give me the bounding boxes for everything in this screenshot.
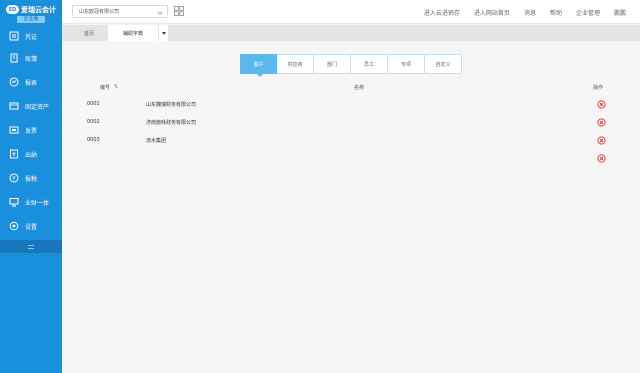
sidebar-item-label: 出纳 [25, 151, 38, 159]
sidebar-item-label: 业财一体 [25, 199, 50, 207]
tax-icon: ¥ [9, 173, 19, 183]
sidebar-item-label: 设置 [25, 223, 38, 231]
grip-icon [28, 244, 34, 249]
sidebar-item-tax[interactable]: ¥ 报税 [0, 166, 62, 190]
table-row[interactable]: 0002 济南施咏财务有限公司 [62, 114, 640, 132]
sidebar-item-settings[interactable]: 设置 [0, 214, 62, 238]
voucher-icon [9, 31, 19, 41]
tab-custom[interactable]: 自定义 [425, 54, 462, 74]
cashier-icon [9, 149, 19, 159]
settings-icon [9, 221, 19, 231]
page-tab-bar: 首页 辅助字典 [62, 25, 640, 41]
ledger-icon [9, 53, 19, 63]
delete-icon[interactable] [597, 154, 606, 163]
link-website-home[interactable]: 进入网站首页 [474, 8, 510, 17]
caret-down-icon [161, 31, 166, 35]
table-row[interactable]: 0001 山东魏瑞财务有限公司 [62, 96, 640, 114]
tab-dropdown-button[interactable] [158, 25, 168, 41]
top-links: 进入云进销存 进入网站首页 消息 帮助 企业管理 鹏鹏 [410, 0, 626, 24]
sidebar-item-label: 发票 [25, 127, 38, 135]
cell-name: 流水集团 [146, 138, 167, 144]
cell-code: 0002 [87, 119, 100, 125]
brand-mark-icon: ED [6, 5, 19, 14]
sidebar: ED 爱瑞云会计 企业版 凭证 账簿 报表 固定资产 发票 出纳 ¥ 报税 业财… [0, 0, 62, 373]
delete-icon[interactable] [597, 136, 606, 145]
cell-code: 0003 [87, 137, 100, 143]
category-tabs: 客户 供应商 部门 员工 专项 自定义 [240, 54, 462, 77]
link-help[interactable]: 帮助 [550, 8, 562, 17]
sidebar-item-label: 报税 [25, 175, 38, 183]
column-header-name: 名称 [354, 85, 365, 91]
brand-logo: ED 爱瑞云会计 企业版 [0, 0, 62, 26]
sidebar-item-invoice[interactable]: 发票 [0, 118, 62, 142]
tab-home[interactable]: 首页 [70, 25, 108, 41]
tab-supplier[interactable]: 供应商 [277, 54, 314, 74]
sidebar-item-label: 账簿 [25, 55, 38, 63]
column-header-action: 操作 [593, 85, 604, 91]
user-name[interactable]: 鹏鹏 [614, 8, 626, 17]
sidebar-item-fixed-asset[interactable]: 固定资产 [0, 94, 62, 118]
fixed-asset-icon [9, 101, 19, 111]
sidebar-item-label: 报表 [25, 79, 38, 87]
company-select[interactable]: 山东欧冠有限公司 [72, 5, 168, 18]
business-finance-icon [9, 197, 19, 207]
delete-icon[interactable] [597, 118, 606, 127]
main-content: 客户 供应商 部门 员工 专项 自定义 编号 ⇅ 名称 操作 0001 山东魏瑞… [62, 41, 640, 373]
app-grid-icon[interactable] [174, 6, 184, 16]
report-icon [9, 77, 19, 87]
invoice-icon [9, 125, 19, 135]
cell-name: 济南施咏财务有限公司 [146, 120, 197, 126]
sidebar-item-voucher[interactable]: 凭证 [0, 26, 62, 46]
brand-name: 爱瑞云会计 [21, 5, 56, 14]
chevron-down-icon [157, 9, 163, 15]
link-cloud-inventory[interactable]: 进入云进销存 [424, 8, 460, 17]
tab-employee[interactable]: 员工 [351, 54, 388, 74]
sidebar-item-ledger[interactable]: 账簿 [0, 46, 62, 70]
brand-edition-badge: 企业版 [17, 15, 45, 23]
sidebar-item-business-finance[interactable]: 业财一体 [0, 190, 62, 214]
sidebar-collapse-toggle[interactable] [0, 240, 62, 253]
cell-code: 0001 [87, 101, 100, 107]
table-header: 编号 ⇅ 名称 操作 [62, 82, 640, 94]
sidebar-item-label: 凭证 [25, 33, 38, 41]
table-row[interactable] [62, 150, 640, 168]
tab-department[interactable]: 部门 [314, 54, 351, 74]
top-bar: 山东欧冠有限公司 进入云进销存 进入网站首页 消息 帮助 企业管理 鹏鹏 [62, 0, 640, 24]
link-enterprise-management[interactable]: 企业管理 [576, 8, 600, 17]
sidebar-item-cashier[interactable]: 出纳 [0, 142, 62, 166]
sort-icon[interactable]: ⇅ [114, 84, 118, 90]
delete-icon[interactable] [597, 100, 606, 109]
table-row[interactable]: 0003 流水集团 [62, 132, 640, 150]
link-messages[interactable]: 消息 [524, 8, 536, 17]
cell-name: 山东魏瑞财务有限公司 [146, 102, 197, 108]
tab-customer[interactable]: 客户 [240, 54, 277, 77]
company-select-value: 山东欧冠有限公司 [79, 9, 120, 15]
tab-auxiliary-dictionary[interactable]: 辅助字典 [108, 25, 158, 41]
sidebar-item-report[interactable]: 报表 [0, 70, 62, 94]
sidebar-item-label: 固定资产 [25, 103, 50, 111]
tab-project[interactable]: 专项 [388, 54, 425, 74]
column-header-code[interactable]: 编号 [100, 84, 110, 91]
svg-text:¥: ¥ [12, 176, 15, 182]
